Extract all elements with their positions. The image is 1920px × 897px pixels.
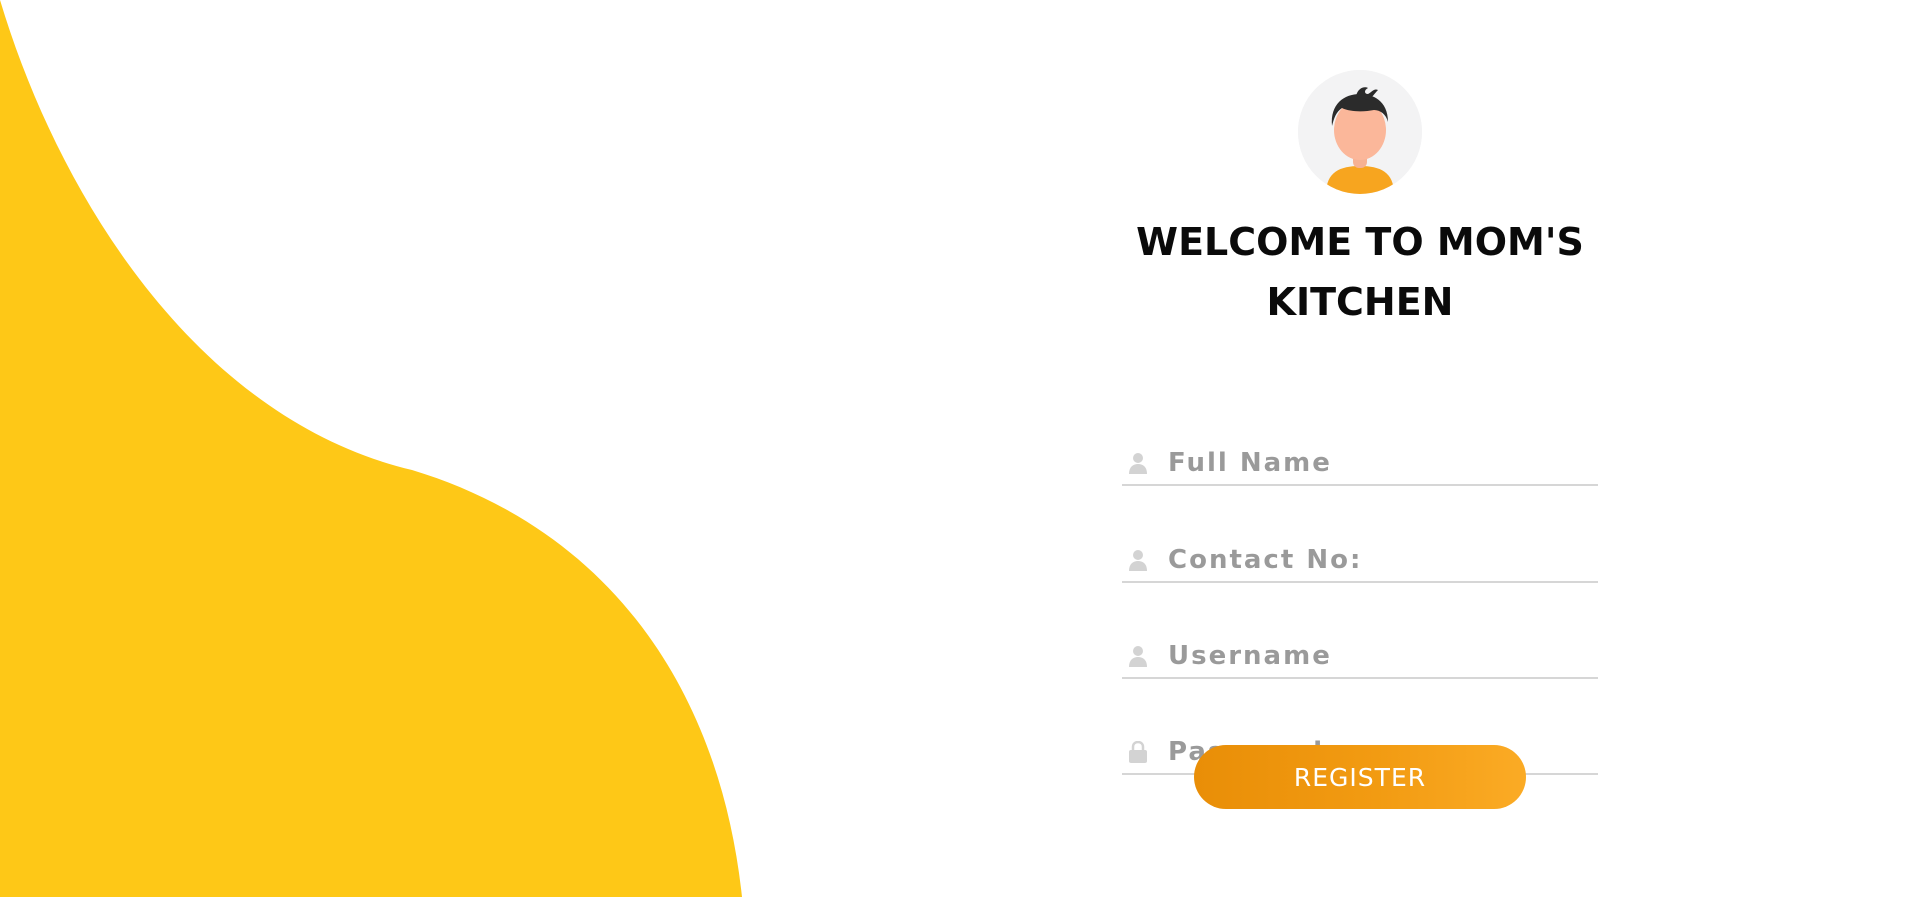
full-name-field — [1122, 424, 1598, 486]
user-icon — [1128, 452, 1148, 474]
register-button[interactable]: REGISTER — [1194, 745, 1526, 809]
lock-icon — [1128, 740, 1148, 763]
background-wave — [0, 0, 742, 897]
contact-no-field — [1122, 521, 1598, 583]
user-avatar-icon — [1298, 70, 1422, 194]
page-title: WELCOME TO MOM'S KITCHEN — [1136, 220, 1584, 324]
full-name-input[interactable] — [1168, 446, 1588, 480]
contact-no-input[interactable] — [1168, 543, 1588, 577]
user-icon — [1128, 645, 1148, 667]
username-field — [1122, 617, 1598, 679]
user-icon — [1128, 549, 1148, 571]
username-input[interactable] — [1168, 639, 1588, 673]
register-page: WELCOME TO MOM'S KITCHEN REGIST — [0, 0, 1920, 897]
